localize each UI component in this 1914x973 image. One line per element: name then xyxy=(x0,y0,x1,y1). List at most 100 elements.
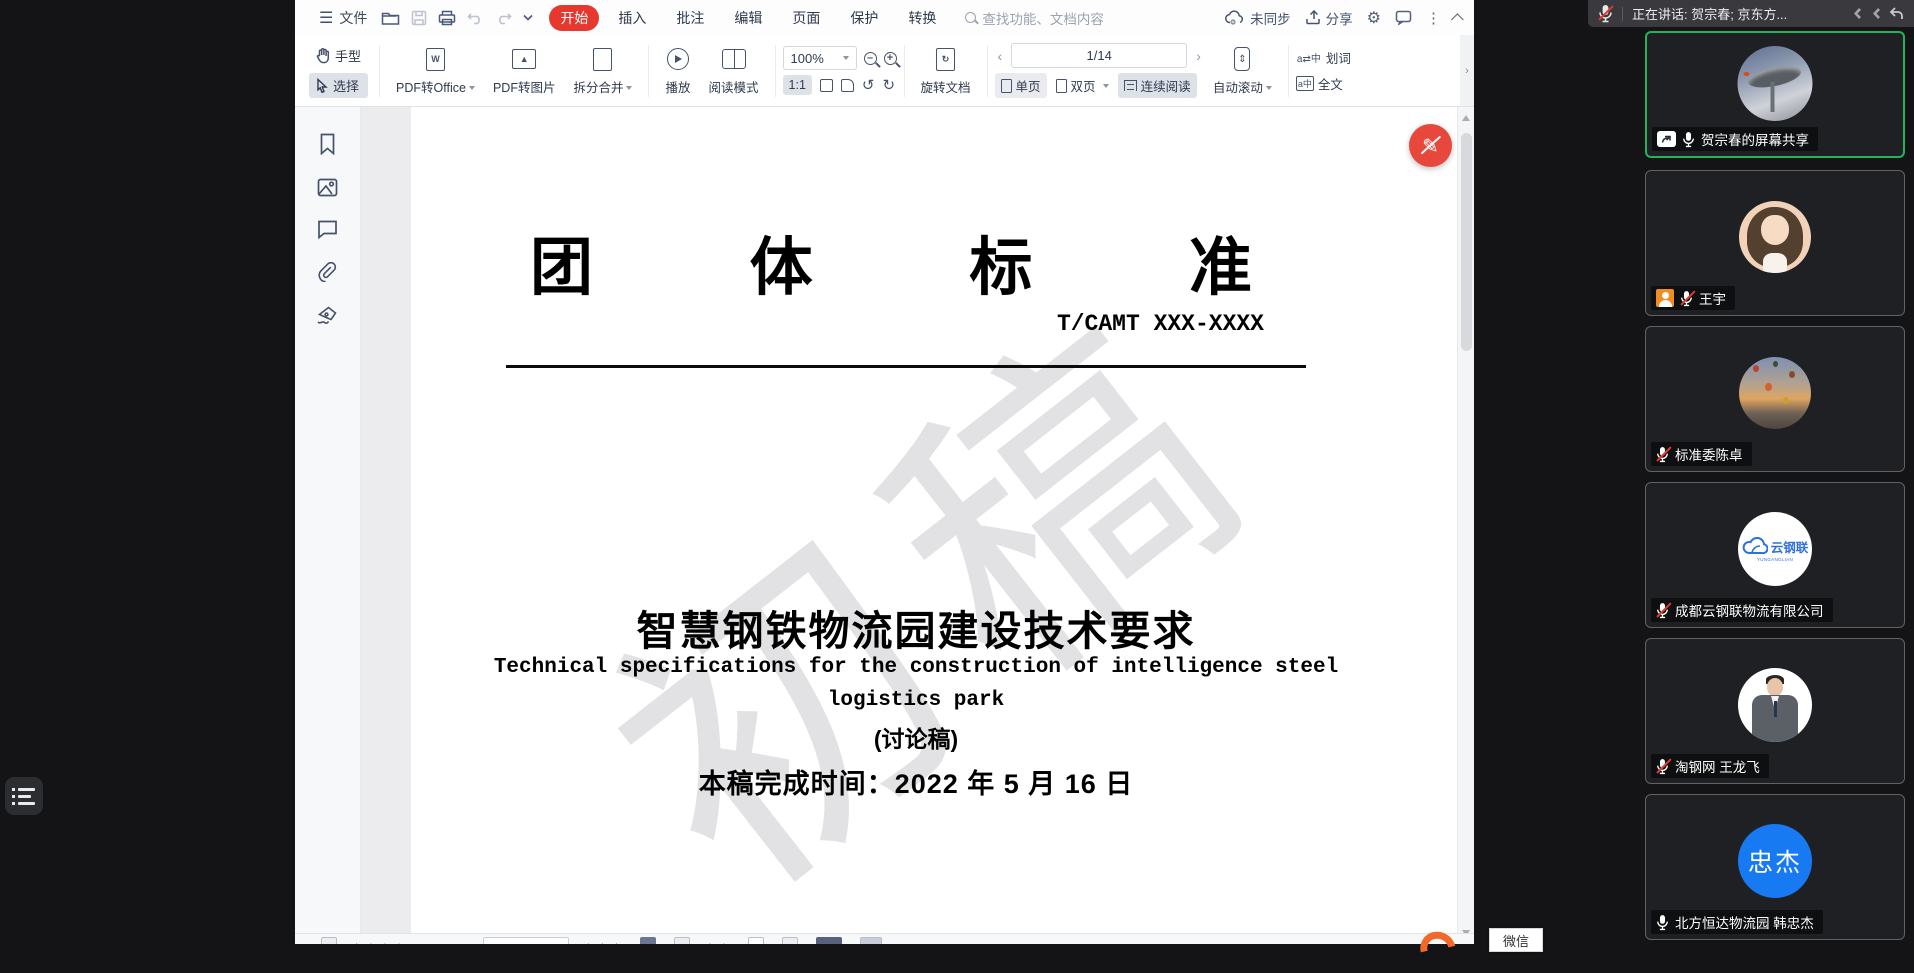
double-page-view-button[interactable]: 双页 xyxy=(1050,73,1115,98)
speaking-indicator: 正在讲话: 贺宗春; 京东方... xyxy=(1632,4,1787,23)
full-translate-button[interactable]: a中 全文 xyxy=(1296,74,1360,93)
quick-access-dropdown-icon[interactable] xyxy=(523,14,533,21)
search-input[interactable]: 查找功能、文档内容 xyxy=(965,8,1104,28)
single-page-icon xyxy=(1001,79,1012,93)
rotate-right-icon[interactable]: ↻ xyxy=(882,78,895,93)
document-viewport[interactable]: 初稿 团体标准 T/CAMT XXX-XXXX 智慧钢铁物流园建设技术要求 Te… xyxy=(361,107,1474,944)
pdf-to-office-button[interactable]: W PDF转Office xyxy=(387,46,484,96)
my-mic-muted-icon[interactable] xyxy=(1598,4,1613,23)
avatar: 忠杰 xyxy=(1738,824,1812,898)
previous-page-icon[interactable]: ‹ xyxy=(995,48,1006,64)
pdf-to-image-button[interactable]: ▲ PDF转图片 xyxy=(484,46,565,96)
redo-icon[interactable] xyxy=(495,11,512,25)
single-page-view-button[interactable]: 单页 xyxy=(995,73,1047,98)
balloon xyxy=(1783,397,1789,404)
balloon xyxy=(1753,365,1759,372)
cloud-logo-icon xyxy=(1742,537,1768,555)
feedback-comment-icon[interactable] xyxy=(1395,10,1412,25)
open-folder-icon[interactable] xyxy=(381,10,400,26)
select-tool-button[interactable]: 选择 xyxy=(309,73,368,98)
restore-view-icon[interactable] xyxy=(1888,6,1905,21)
dropdown-caret xyxy=(626,86,632,90)
company-logo-text: 云钢联 xyxy=(1771,537,1809,556)
hand-tool-button[interactable]: 手型 xyxy=(309,43,368,68)
split-merge-button[interactable]: 拆分合并 xyxy=(564,46,641,96)
mic-muted-icon xyxy=(1656,758,1669,775)
scroll-up-arrow[interactable] xyxy=(1462,115,1470,121)
satellite-mast xyxy=(1771,82,1775,112)
notes-list-icon xyxy=(12,788,43,791)
tab-protect[interactable]: 保护 xyxy=(839,5,889,31)
wechat-tooltip-label: 微信 xyxy=(1503,931,1529,951)
signature-stamp-icon[interactable] xyxy=(316,305,339,326)
ribbon-toolbar: 手型 选择 W PDF转Office ▲ PDF转图片 拆分合并 播放 阅读模 xyxy=(295,35,1474,107)
mic-muted-icon xyxy=(1656,602,1669,619)
notes-list-icon xyxy=(12,795,43,798)
continuous-view-button[interactable]: 连续阅读 xyxy=(1118,73,1197,98)
statusbar-icon-stub[interactable] xyxy=(321,937,337,944)
statusbar-dots: · · · · xyxy=(355,938,405,944)
tab-edit[interactable]: 编辑 xyxy=(723,5,773,31)
wps-quick-tool-button[interactable]: ✎ xyxy=(1409,124,1452,167)
participant-tile[interactable]: 标准委陈卓 xyxy=(1645,326,1905,472)
double-page-icon xyxy=(1056,79,1067,93)
page-indicator-input[interactable]: 1/14 xyxy=(1011,43,1187,68)
annotation-rail xyxy=(295,107,361,944)
collapse-left-icon[interactable] xyxy=(1869,6,1884,21)
ribbon-expander[interactable]: › xyxy=(1460,35,1474,106)
rotate-document-button[interactable]: ↻ 旋转文档 xyxy=(912,46,980,96)
attachment-icon[interactable] xyxy=(317,262,338,282)
participant-tile[interactable]: 贺宗春的屏幕共享 xyxy=(1645,31,1905,158)
rotate-left-icon[interactable]: ↺ xyxy=(862,78,875,93)
mic-muted-icon xyxy=(1680,290,1693,307)
save-icon[interactable] xyxy=(411,10,427,26)
play-button[interactable]: 播放 xyxy=(656,46,699,96)
participant-name: 北方恒达物流园 韩忠杰 xyxy=(1675,912,1814,932)
participant-tile[interactable]: 云钢联 YUNGANGLIAN 成都云钢联物流有限公司 xyxy=(1645,482,1905,628)
hamburger-menu-icon[interactable]: ☰ xyxy=(319,8,333,28)
screen-share-icon xyxy=(1657,131,1676,147)
zoom-out-icon[interactable]: – xyxy=(864,52,877,65)
auto-scroll-button[interactable]: ⇕ 自动滚动 xyxy=(1204,46,1281,96)
tab-page[interactable]: 页面 xyxy=(781,5,831,31)
notes-list-icon xyxy=(12,802,43,805)
print-icon[interactable] xyxy=(438,10,456,26)
vertical-scrollbar[interactable] xyxy=(1457,107,1474,944)
comment-icon[interactable] xyxy=(317,220,338,239)
share-button[interactable]: 分享 xyxy=(1305,8,1353,28)
fit-width-icon[interactable] xyxy=(820,79,833,92)
collapse-ribbon-icon[interactable] xyxy=(1451,13,1464,26)
more-options-icon[interactable]: ⋮ xyxy=(1426,9,1441,27)
avatar xyxy=(1738,668,1812,742)
tab-home[interactable]: 开始 xyxy=(549,5,599,31)
search-placeholder: 查找功能、文档内容 xyxy=(982,8,1104,28)
quick-access-toolbar xyxy=(381,10,533,26)
meeting-notes-button[interactable] xyxy=(5,777,43,815)
zoom-in-icon[interactable]: + xyxy=(884,52,897,65)
participant-tile[interactable]: 忠杰 北方恒达物流园 韩忠杰 xyxy=(1645,794,1905,940)
undo-icon[interactable] xyxy=(467,11,484,25)
image-icon[interactable] xyxy=(317,178,338,197)
menubar: ☰ 文件 开始 插入 批注 编辑 页面 保护 转换 查找功能、文档内容 未同步 xyxy=(295,0,1474,35)
file-menu[interactable]: 文件 xyxy=(339,8,367,28)
document-title-en-line1: Technical specifications for the constru… xyxy=(411,656,1421,679)
read-mode-button[interactable]: 阅读模式 xyxy=(700,46,768,96)
tab-comment[interactable]: 批注 xyxy=(665,5,715,31)
fit-page-icon[interactable] xyxy=(841,79,854,92)
sync-status-button[interactable]: 未同步 xyxy=(1225,8,1291,28)
next-page-icon[interactable]: › xyxy=(1193,48,1204,64)
completion-date: 本稿完成时间：2022 年 5 月 16 日 xyxy=(411,762,1421,801)
zoom-level-select[interactable]: 100% xyxy=(783,46,857,70)
participant-tile[interactable]: 王宇 xyxy=(1645,170,1905,316)
word-translate-button[interactable]: a⇄中 划词 xyxy=(1296,48,1360,67)
settings-gear-icon[interactable]: ⚙ xyxy=(1367,8,1381,28)
tab-convert[interactable]: 转换 xyxy=(897,5,947,31)
actual-size-button[interactable]: 1:1 xyxy=(783,75,812,95)
tab-insert[interactable]: 插入 xyxy=(607,5,657,31)
statusbar-icon-stub[interactable] xyxy=(860,937,882,944)
bookmark-icon[interactable] xyxy=(318,133,337,155)
collapse-left-icon[interactable] xyxy=(1850,6,1865,21)
auto-scroll-icon: ⇕ xyxy=(1234,47,1250,71)
participant-tile[interactable]: 淘钢网 王龙飞 xyxy=(1645,638,1905,784)
scrollbar-thumb[interactable] xyxy=(1461,133,1472,351)
